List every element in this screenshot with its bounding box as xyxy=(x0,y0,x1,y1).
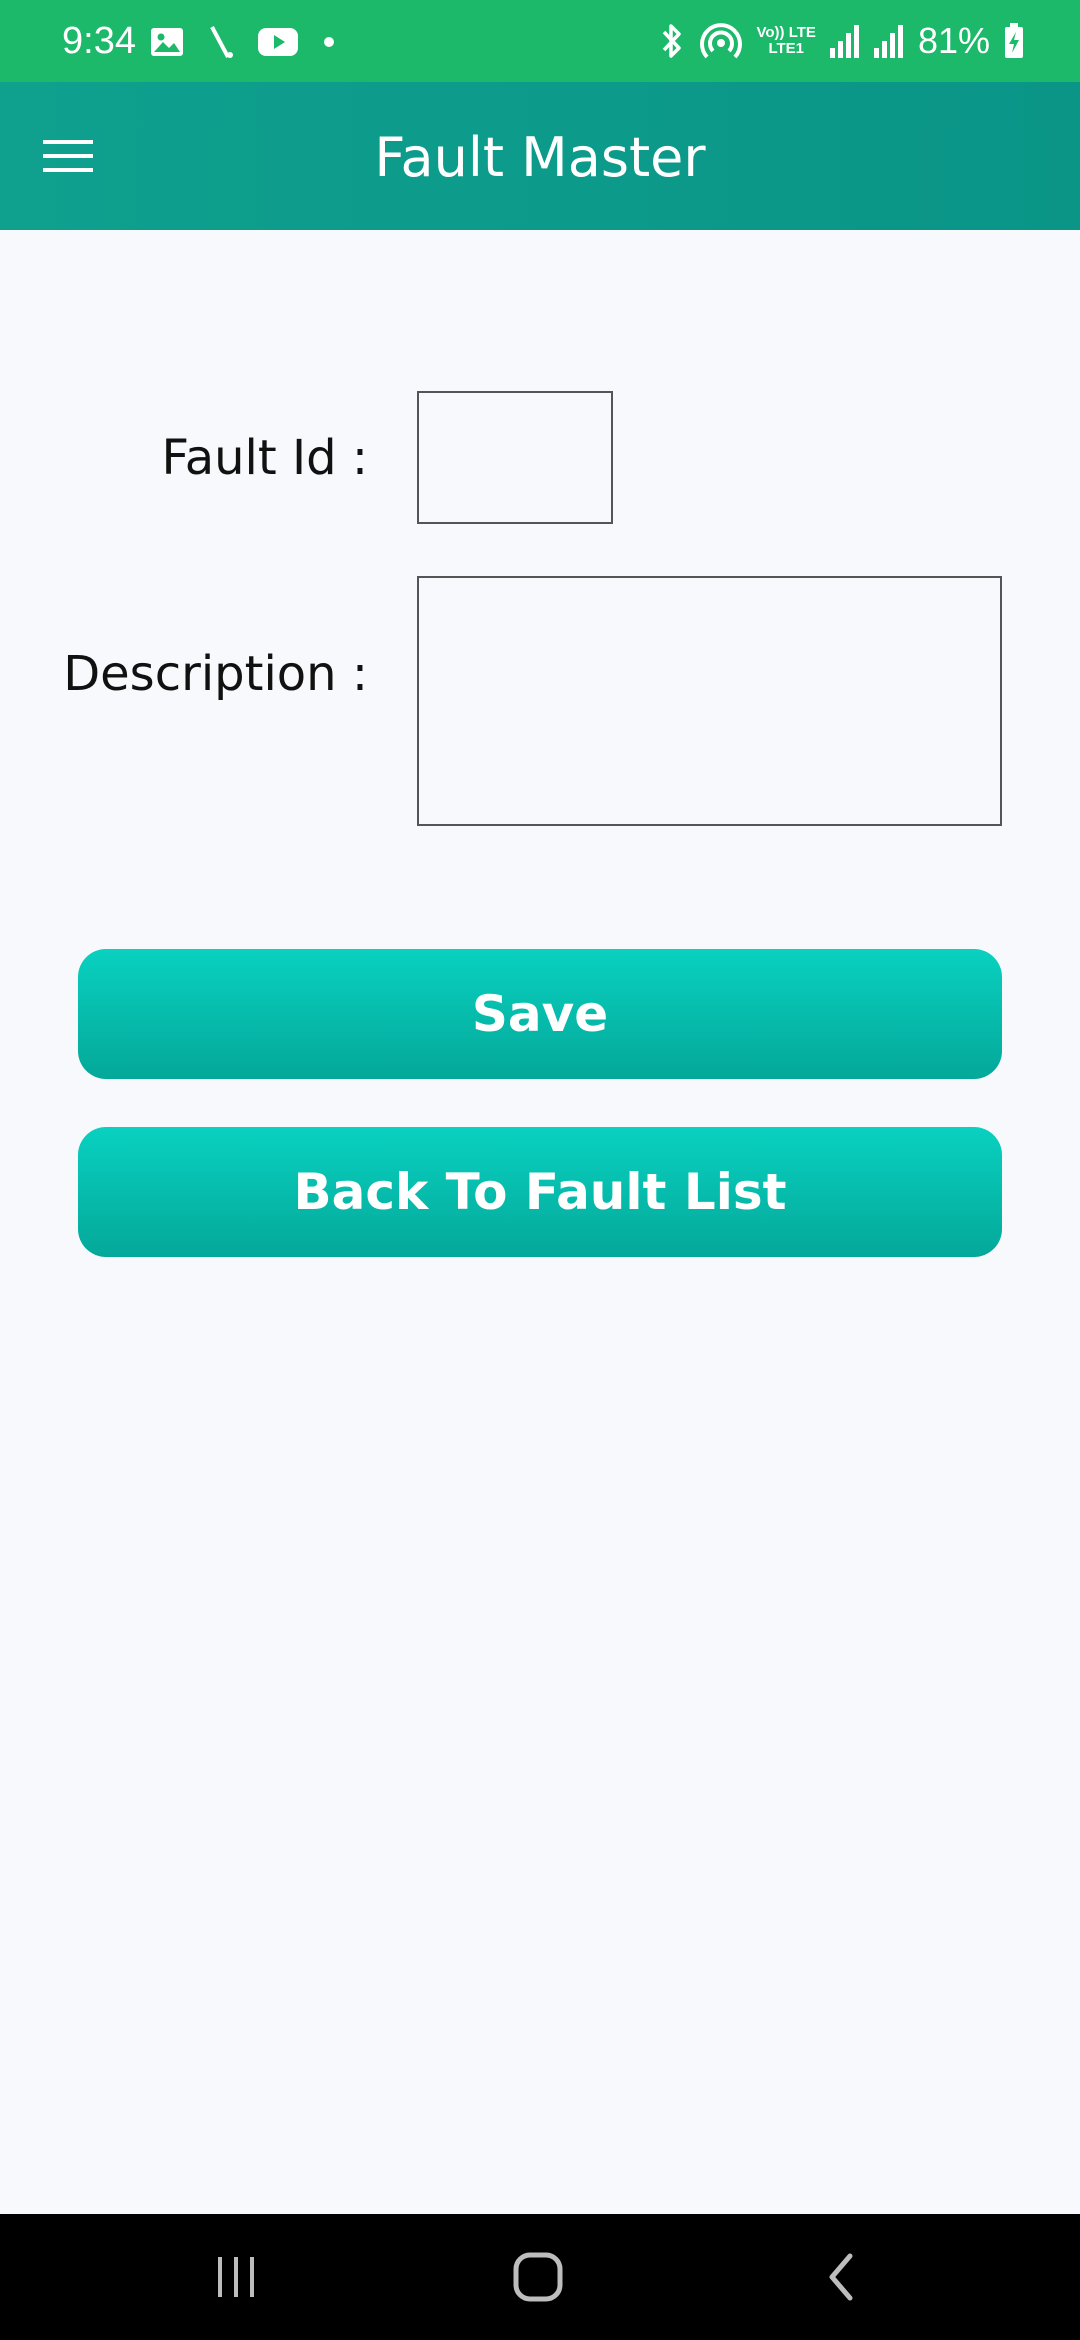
network-line-2: LTE1 xyxy=(768,40,804,57)
description-label: Description : xyxy=(63,646,368,702)
home-button[interactable] xyxy=(493,2242,583,2312)
back-icon xyxy=(829,2253,853,2301)
back-button[interactable] xyxy=(796,2242,886,2312)
hotspot-icon xyxy=(699,23,742,59)
page-title: Fault Master xyxy=(374,126,706,189)
status-left-icons xyxy=(150,22,336,62)
signal-bars-icon xyxy=(829,25,859,58)
fault-id-input[interactable] xyxy=(417,391,613,524)
status-bar: 9:34 Vo)) LTE LTE1 81% xyxy=(0,0,1080,82)
battery-charging-icon xyxy=(1005,23,1023,58)
gallery-icon xyxy=(151,28,183,56)
signal-slash-icon xyxy=(210,26,233,58)
bluetooth-icon xyxy=(662,24,681,58)
fault-id-label: Fault Id : xyxy=(161,430,368,486)
save-button[interactable]: Save xyxy=(78,949,1002,1079)
signal-bars-icon xyxy=(873,25,903,58)
recent-apps-button[interactable] xyxy=(191,2242,281,2312)
network-line-1: Vo)) LTE xyxy=(756,24,816,41)
description-input[interactable] xyxy=(417,576,1002,826)
app-bar: Fault Master xyxy=(0,82,1080,230)
youtube-icon xyxy=(258,28,298,56)
network-type-indicator: Vo)) LTE LTE1 xyxy=(757,25,816,57)
battery-percentage: 81% xyxy=(917,20,990,61)
status-time: 9:34 xyxy=(62,20,136,62)
back-to-fault-list-button[interactable]: Back To Fault List xyxy=(78,1127,1002,1257)
home-icon xyxy=(513,2252,563,2302)
recent-apps-icon xyxy=(218,2257,254,2297)
dot-icon xyxy=(324,37,334,47)
system-nav-bar xyxy=(0,2214,1080,2340)
status-right: Vo)) LTE LTE1 81% xyxy=(659,16,1025,66)
